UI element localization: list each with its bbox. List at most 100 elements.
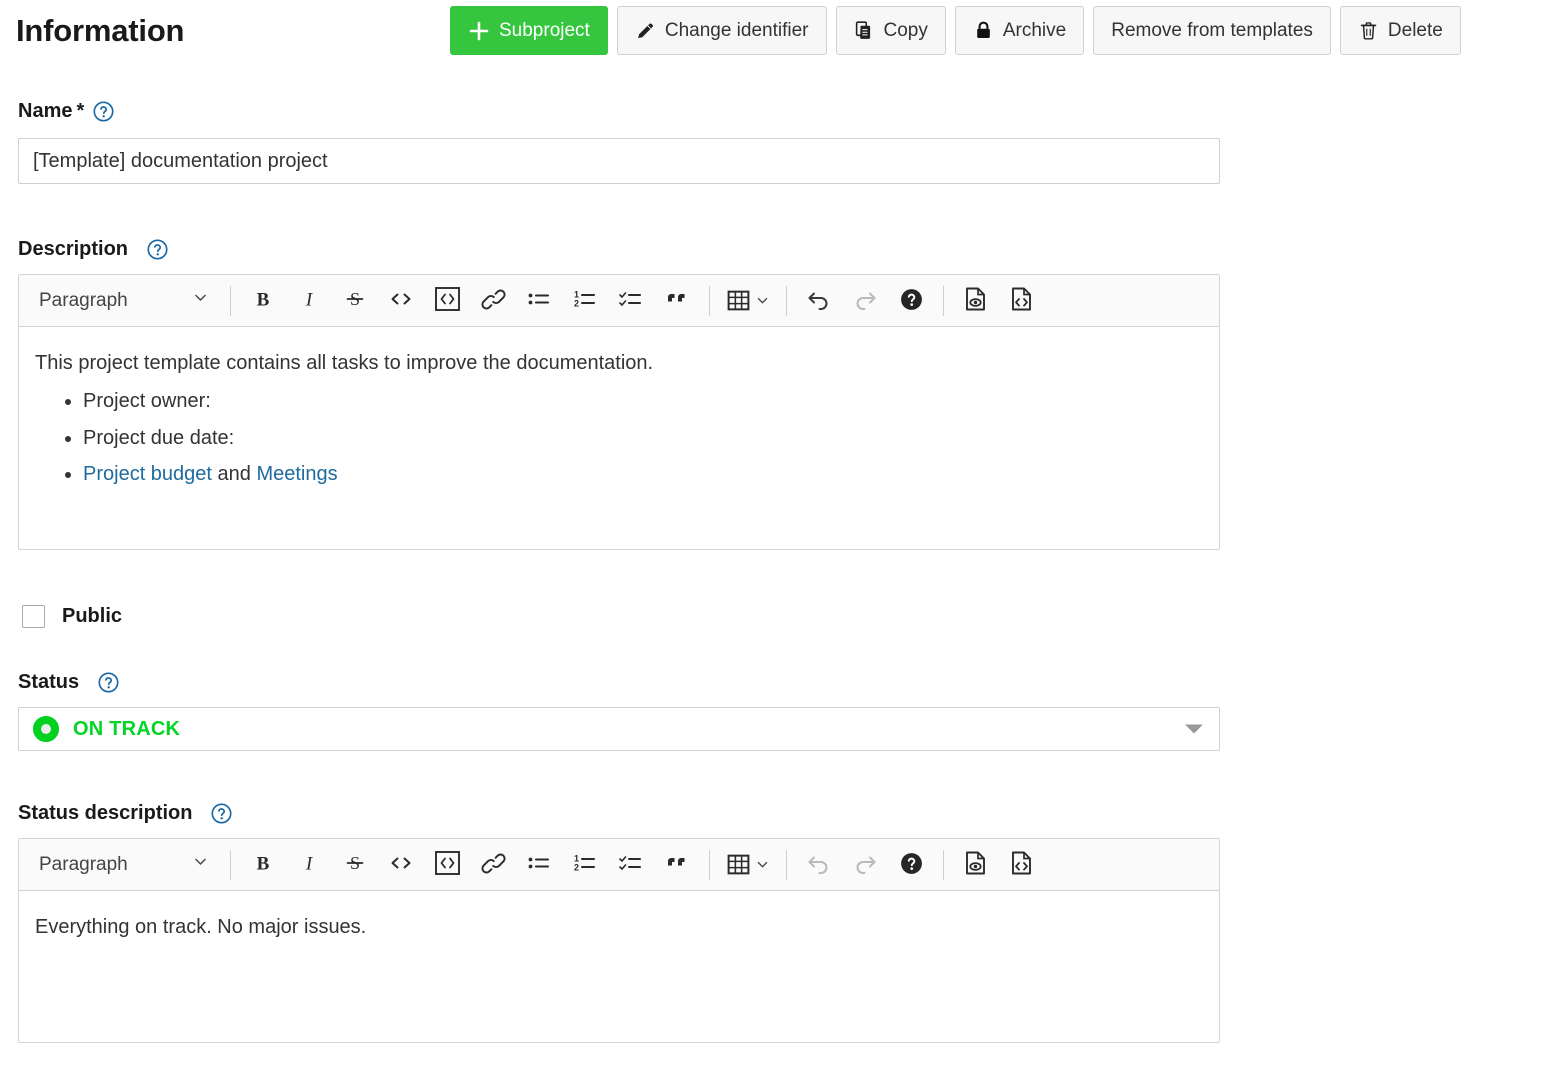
task-list-button[interactable]	[611, 845, 651, 885]
bullet-list-icon	[526, 851, 552, 878]
block-format-value: Paragraph	[39, 854, 128, 876]
task-list-icon	[618, 851, 644, 878]
editor-help-button[interactable]	[891, 281, 931, 321]
svg-text:B: B	[257, 290, 270, 311]
code-block-icon	[434, 286, 461, 315]
status-description-field-group: Status description Paragraph	[18, 802, 1220, 1043]
redo-icon	[852, 287, 878, 314]
public-checkbox[interactable]	[22, 605, 45, 628]
description-label-row: Description	[18, 238, 1220, 261]
remove-from-templates-button[interactable]: Remove from templates	[1093, 6, 1331, 55]
copy-button[interactable]: Copy	[836, 6, 946, 55]
help-circle-icon[interactable]	[210, 802, 233, 825]
required-marker: *	[76, 100, 84, 123]
markdown-source-button[interactable]	[1002, 845, 1042, 885]
italic-button[interactable]: I	[289, 281, 329, 321]
lock-icon	[973, 20, 994, 41]
markdown-source-button[interactable]	[1002, 281, 1042, 321]
strikethrough-icon: S	[343, 287, 367, 314]
strikethrough-button[interactable]: S	[335, 845, 375, 885]
help-filled-icon	[899, 851, 924, 879]
name-field-group: Name *	[18, 100, 1220, 184]
status-ring-icon	[33, 716, 59, 742]
quote-icon	[665, 287, 690, 314]
block-format-select[interactable]: Paragraph	[25, 281, 221, 321]
inline-code-button[interactable]	[381, 845, 421, 885]
delete-label: Delete	[1388, 20, 1443, 42]
document-preview-icon	[963, 850, 989, 879]
help-filled-icon	[899, 287, 924, 315]
bullet-list-button[interactable]	[519, 281, 559, 321]
blockquote-button[interactable]	[657, 281, 697, 321]
inline-code-button[interactable]	[381, 281, 421, 321]
table-button[interactable]	[722, 281, 774, 321]
chevron-down-icon	[755, 293, 770, 308]
strikethrough-icon: S	[343, 851, 367, 878]
svg-text:B: B	[257, 854, 270, 875]
task-list-button[interactable]	[611, 281, 651, 321]
undo-icon	[806, 287, 832, 314]
name-label-row: Name *	[18, 100, 1220, 123]
block-format-select[interactable]: Paragraph	[25, 845, 221, 885]
status-label-row: Status	[18, 671, 1220, 694]
numbered-list-icon: 1 2	[572, 287, 598, 314]
link-button[interactable]	[473, 845, 513, 885]
help-circle-icon[interactable]	[97, 671, 120, 694]
meetings-link[interactable]: Meetings	[256, 463, 337, 485]
help-circle-icon[interactable]	[146, 238, 169, 261]
redo-button[interactable]	[845, 281, 885, 321]
numbered-list-button[interactable]: 1 2	[565, 845, 605, 885]
list-item: Project due date:	[83, 424, 1203, 452]
redo-button[interactable]	[845, 845, 885, 885]
quote-icon	[665, 851, 690, 878]
archive-button[interactable]: Archive	[955, 6, 1084, 55]
undo-button[interactable]	[799, 281, 839, 321]
numbered-list-button[interactable]: 1 2	[565, 281, 605, 321]
status-value: ON TRACK	[73, 718, 180, 741]
document-code-icon	[1009, 286, 1035, 315]
bold-button[interactable]: B	[243, 281, 283, 321]
code-block-icon	[434, 850, 461, 879]
status-description-editor-body[interactable]: Everything on track. No major issues.	[19, 891, 1219, 961]
bold-icon: B	[251, 851, 275, 878]
italic-button[interactable]: I	[289, 845, 329, 885]
project-information-page: Information Subproject Change identifier	[0, 0, 1555, 1084]
change-identifier-button[interactable]: Change identifier	[617, 6, 827, 55]
bullet-list-icon	[526, 287, 552, 314]
name-label: Name	[18, 100, 72, 123]
name-input[interactable]	[18, 138, 1220, 184]
help-circle-icon[interactable]	[92, 100, 115, 123]
code-block-button[interactable]	[427, 845, 467, 885]
description-editor-toolbar: Paragraph B	[19, 275, 1219, 327]
description-label: Description	[18, 238, 128, 261]
link-button[interactable]	[473, 281, 513, 321]
delete-button[interactable]: Delete	[1340, 6, 1461, 55]
preview-button[interactable]	[956, 281, 996, 321]
archive-label: Archive	[1003, 20, 1066, 42]
bullet-list-button[interactable]	[519, 845, 559, 885]
list-item: Project owner:	[83, 387, 1203, 415]
code-inline-icon	[388, 851, 414, 878]
remove-from-templates-label: Remove from templates	[1111, 20, 1313, 42]
status-description-paragraph: Everything on track. No major issues.	[35, 913, 1203, 941]
add-subproject-button[interactable]: Subproject	[450, 6, 608, 55]
code-block-button[interactable]	[427, 281, 467, 321]
status-field-group: Status ON TRACK	[18, 671, 1220, 751]
description-editor-body[interactable]: This project template contains all tasks…	[19, 327, 1219, 507]
table-icon	[726, 288, 770, 313]
undo-button[interactable]	[799, 845, 839, 885]
table-button[interactable]	[722, 845, 774, 885]
status-select[interactable]: ON TRACK	[18, 707, 1220, 751]
list-item-text: Project due date:	[83, 427, 234, 449]
preview-button[interactable]	[956, 845, 996, 885]
document-code-icon	[1009, 850, 1035, 879]
add-subproject-label: Subproject	[499, 20, 590, 42]
svg-text:2: 2	[574, 299, 579, 309]
chevron-down-icon	[192, 853, 209, 876]
project-budget-link[interactable]: Project budget	[83, 463, 212, 485]
strikethrough-button[interactable]: S	[335, 281, 375, 321]
blockquote-button[interactable]	[657, 845, 697, 885]
editor-help-button[interactable]	[891, 845, 931, 885]
public-label[interactable]: Public	[62, 605, 122, 628]
bold-button[interactable]: B	[243, 845, 283, 885]
